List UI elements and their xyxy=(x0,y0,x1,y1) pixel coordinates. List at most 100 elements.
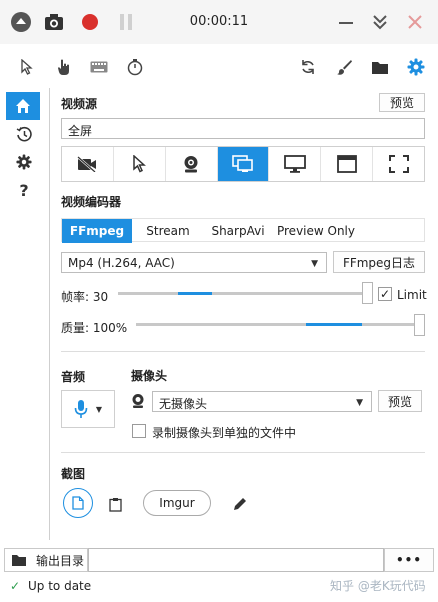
cursor-toggle[interactable] xyxy=(16,56,38,78)
quality-label: 质量: 100% xyxy=(61,321,128,335)
title-bar: 00:00:11 xyxy=(0,0,438,44)
video-encoder-label: 视频编码器 xyxy=(61,195,122,209)
framerate-slider-fill xyxy=(178,292,212,295)
separate-file-checkbox[interactable] xyxy=(132,424,146,438)
output-folder-label: 输出目录 xyxy=(36,553,85,568)
sidebar-item-help[interactable]: ? xyxy=(8,176,40,204)
timer-toggle[interactable] xyxy=(124,56,146,78)
sidebar-item-settings[interactable] xyxy=(8,148,40,176)
fullscreen-icon xyxy=(388,155,409,173)
folder-icon xyxy=(372,61,388,74)
browse-button[interactable]: ••• xyxy=(384,548,434,572)
check-icon: ✓ xyxy=(10,579,21,593)
webcam-select[interactable]: 无摄像头 ▼ xyxy=(152,391,372,412)
video-source-label: 视频源 xyxy=(61,97,98,111)
source-none-button[interactable] xyxy=(62,147,114,181)
separate-file-label: 录制摄像头到单独的文件中 xyxy=(152,426,297,440)
status-bar: ✓ Up to date 知乎 @老K玩代码 xyxy=(0,574,438,602)
chevron-down-icon: ▼ xyxy=(311,259,318,269)
stopwatch-icon xyxy=(127,59,143,76)
ffmpeg-log-button[interactable]: FFmpeg日志 xyxy=(333,251,425,273)
output-path-field[interactable] xyxy=(88,548,384,572)
webcam-icon xyxy=(184,156,198,173)
audio-label: 音频 xyxy=(61,370,86,384)
gear-icon xyxy=(16,154,32,170)
status-text: Up to date xyxy=(28,579,92,593)
check-icon: ✓ xyxy=(379,287,391,301)
history-icon xyxy=(16,126,32,142)
quality-slider[interactable] xyxy=(136,323,420,326)
watermark-text: 知乎 @老K玩代码 xyxy=(330,579,426,593)
output-folder-button[interactable]: 输出目录 xyxy=(4,548,88,572)
tab-stream[interactable]: Stream xyxy=(138,219,198,243)
webcam-icon xyxy=(132,394,144,408)
tab-ffmpeg[interactable]: FFmpeg xyxy=(62,219,132,243)
quality-slider-thumb[interactable] xyxy=(414,314,425,336)
webcam-value: 无摄像头 xyxy=(159,397,208,411)
no-video-icon xyxy=(77,156,97,172)
gear-icon xyxy=(407,58,425,76)
save-to-disk-button[interactable] xyxy=(63,488,93,518)
folder-icon xyxy=(12,554,26,566)
clipboard-button[interactable] xyxy=(105,494,125,514)
close-button[interactable] xyxy=(403,10,427,34)
screenshot-label: 截图 xyxy=(61,467,86,481)
window-icon xyxy=(336,155,357,173)
sidebar-item-home[interactable] xyxy=(6,92,40,120)
file-icon xyxy=(72,496,84,510)
framerate-label: 帧率: 30 xyxy=(61,290,109,304)
keystrokes-toggle[interactable] xyxy=(88,56,110,78)
monitor-icon xyxy=(283,155,306,173)
audio-source-button[interactable]: ▼ xyxy=(61,390,115,428)
codec-value: Mp4 (H.264, AAC) xyxy=(68,256,175,270)
multi-monitor-icon xyxy=(232,155,253,172)
keyboard-icon xyxy=(90,61,108,73)
chevron-down-icon: ▼ xyxy=(356,398,363,408)
framerate-slider-thumb[interactable] xyxy=(362,282,373,304)
home-icon xyxy=(16,99,30,113)
editor-button[interactable] xyxy=(230,494,250,514)
minimize-icon xyxy=(339,22,353,24)
double-chevron-down-icon xyxy=(373,15,387,30)
overlay-editor-button[interactable] xyxy=(333,56,355,78)
section-divider xyxy=(61,452,425,453)
source-type-selector xyxy=(61,146,425,182)
imgur-button[interactable]: Imgur xyxy=(143,490,211,516)
minimize-button[interactable] xyxy=(334,10,358,34)
webcam-preview-button[interactable]: 预览 xyxy=(378,390,422,412)
codec-select[interactable]: Mp4 (H.264, AAC) ▼ xyxy=(61,252,327,273)
pointer-icon xyxy=(133,155,147,173)
source-value-field[interactable]: 全屏 xyxy=(61,118,425,139)
source-region-button[interactable] xyxy=(114,147,166,181)
limit-checkbox[interactable]: ✓ xyxy=(378,287,392,301)
brush-icon xyxy=(337,60,352,75)
settings-button[interactable] xyxy=(405,56,427,78)
encoder-tabs: FFmpeg Stream SharpAvi Preview Only xyxy=(61,218,425,243)
tool-bar xyxy=(0,44,438,88)
source-monitor-button[interactable] xyxy=(269,147,322,181)
pencil-icon xyxy=(234,498,246,510)
source-preview-button[interactable]: 预览 xyxy=(379,93,425,112)
source-window-button[interactable] xyxy=(321,147,374,181)
open-folder-button[interactable] xyxy=(369,56,391,78)
source-webcam-button[interactable] xyxy=(166,147,218,181)
tab-sharpavi[interactable]: SharpAvi xyxy=(206,219,270,243)
close-icon xyxy=(408,15,422,29)
refresh-button[interactable] xyxy=(297,56,319,78)
limit-label: Limit xyxy=(397,288,427,302)
source-fullscreen-button[interactable] xyxy=(373,147,424,181)
clipboard-icon xyxy=(108,497,122,512)
minimize-to-tray-button[interactable] xyxy=(368,10,392,34)
sidebar-item-history[interactable] xyxy=(8,120,40,148)
pointer-icon xyxy=(21,59,33,75)
question-mark-icon: ? xyxy=(19,180,29,200)
hand-pointer-icon xyxy=(58,59,69,75)
tab-preview-only[interactable]: Preview Only xyxy=(274,219,358,243)
refresh-icon xyxy=(302,60,314,74)
webcam-icon-wrap xyxy=(131,393,145,412)
sidebar: ? xyxy=(0,88,50,540)
source-screen-button[interactable] xyxy=(217,147,270,181)
microphone-icon xyxy=(74,400,88,418)
clicks-toggle[interactable] xyxy=(53,56,75,78)
framerate-slider[interactable] xyxy=(118,292,370,295)
